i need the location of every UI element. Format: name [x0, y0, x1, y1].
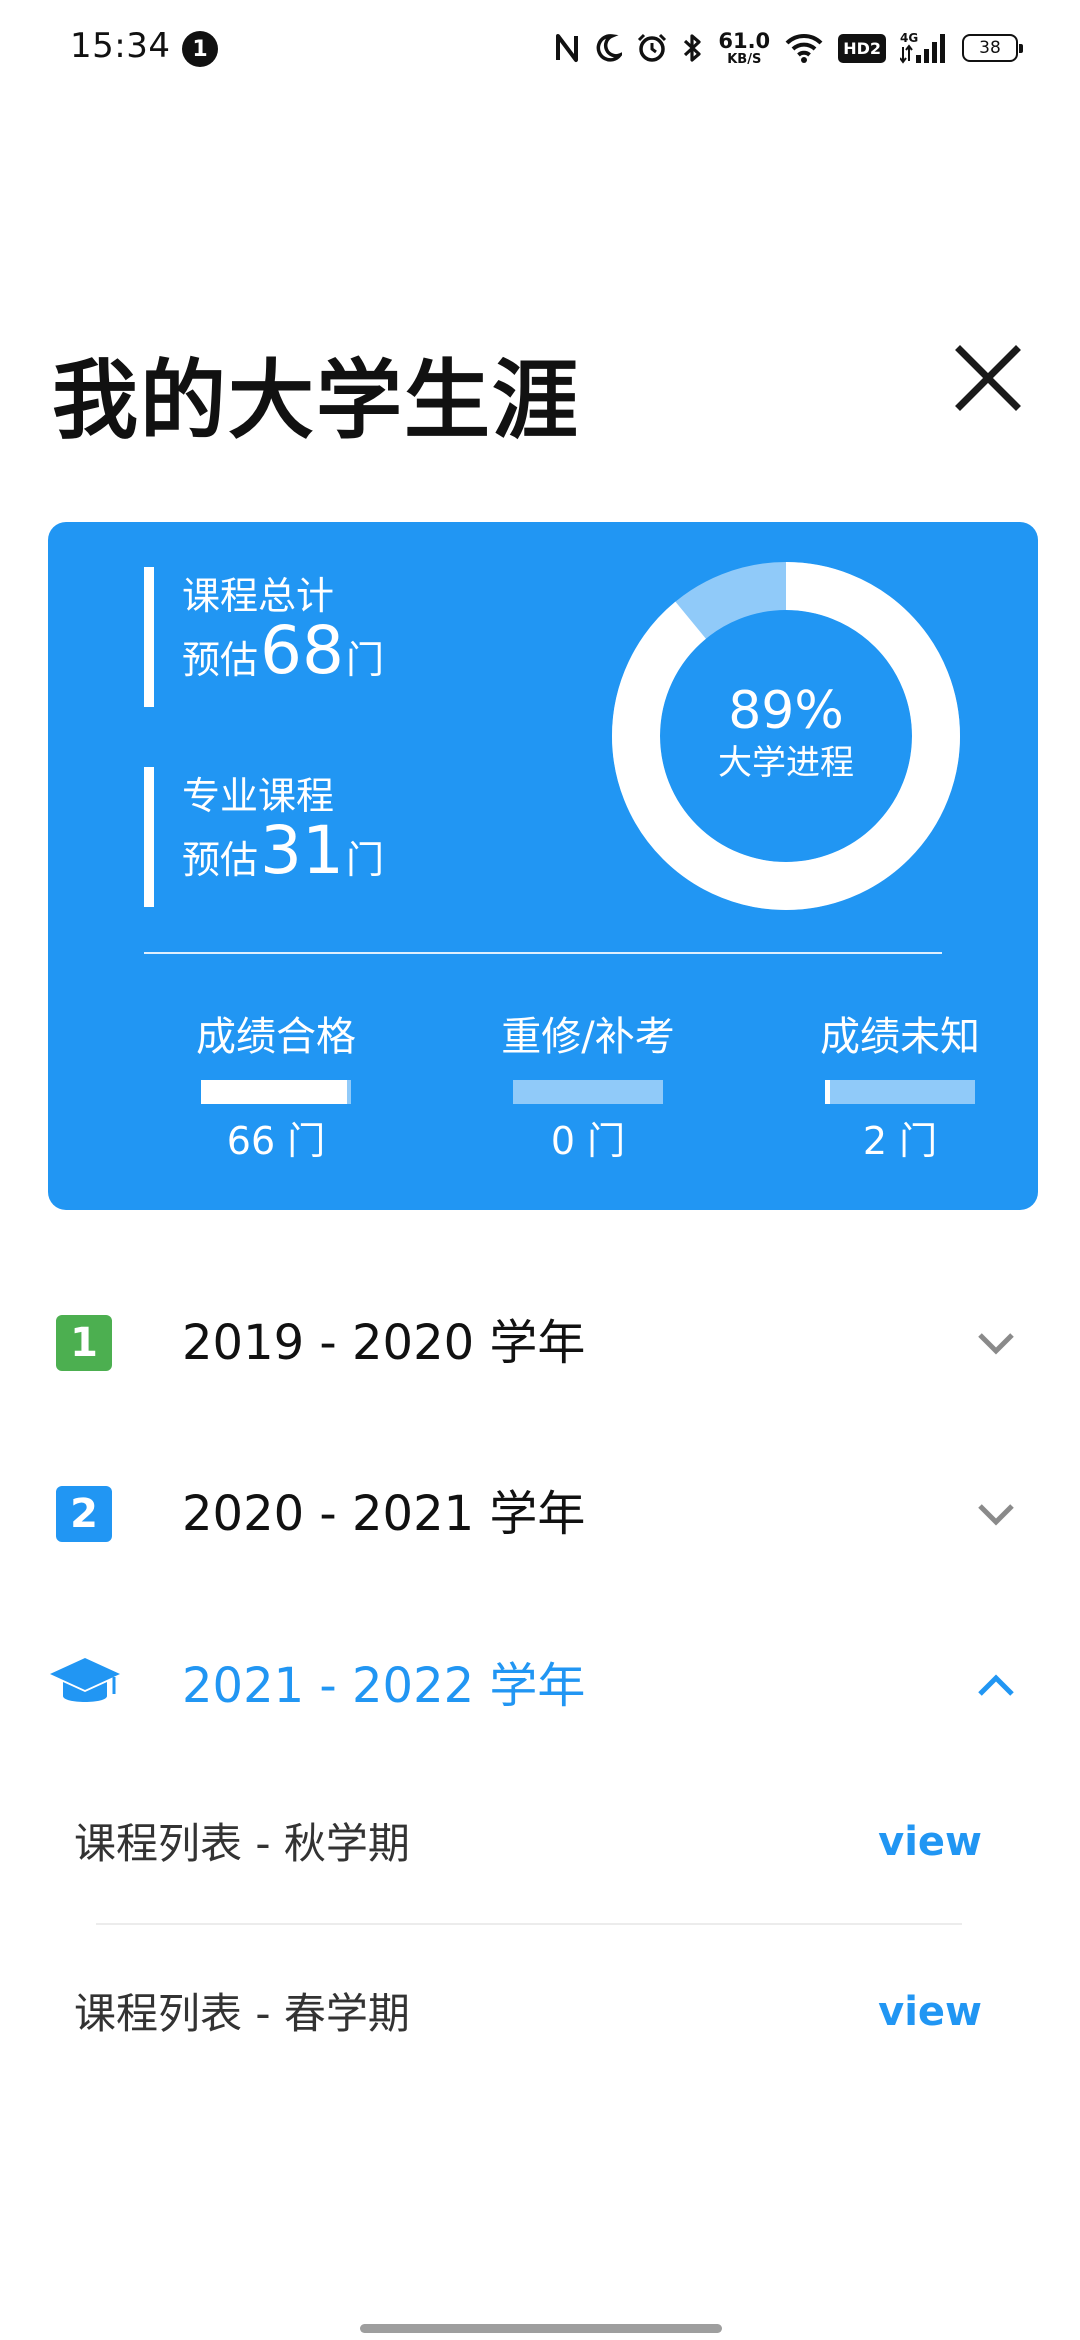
grade-bar-fill [201, 1080, 347, 1104]
grade-bar [513, 1080, 663, 1104]
year-label: 2021 - 2022 学年 [182, 1658, 586, 1714]
net-speed-unit: KB/S [727, 51, 762, 67]
wifi-icon [784, 24, 824, 72]
major-courses-count: 31 [260, 812, 344, 889]
card-divider [144, 952, 942, 954]
semester-label: 课程列表 - 春学期 [74, 1989, 410, 2038]
chevron-up-icon[interactable] [970, 1664, 1022, 1708]
semester-item-autumn[interactable]: 课程列表 - 秋学期 view [0, 1793, 1080, 1893]
total-courses-count: 68 [260, 612, 344, 689]
number-two-icon: 2 [56, 1486, 112, 1542]
grade-stat-unknown: 成绩未知 2 门 [800, 1012, 1000, 1166]
grade-label: 成绩未知 [820, 1014, 980, 1060]
major-courses-stat: 专业课程 预估 31 门 [144, 767, 444, 907]
progress-caption: 大学进程 [718, 743, 854, 783]
grade-stat-passed: 成绩合格 66 门 [176, 1012, 376, 1166]
grade-label: 重修/补考 [501, 1014, 675, 1060]
status-time: 15:34 [70, 26, 171, 66]
close-icon [955, 345, 1021, 411]
network-type-label: 4G [900, 31, 918, 45]
page-title: 我的大学生涯 [52, 351, 580, 451]
year-row-2020-2021[interactable]: 2 2020 - 2021 学年 [0, 1458, 1080, 1568]
close-button[interactable] [950, 340, 1026, 416]
status-icons: 61.0 KB/S HD2 4G 38 [554, 24, 1023, 72]
home-indicator[interactable] [360, 2324, 722, 2333]
app-screen: 15:34 1 61.0 KB/S HD2 4G 38 我的大学生涯 课程总计 … [0, 0, 1080, 2340]
total-courses-unit: 门 [346, 638, 385, 682]
grade-count: 0 门 [550, 1119, 626, 1163]
graduation-cap-icon [50, 1658, 120, 1702]
hd-badge: HD2 [838, 33, 886, 63]
progress-percent: 89% [728, 681, 844, 741]
battery-indicator: 38 [962, 34, 1023, 62]
progress-donut-center: 89% 大学进程 [610, 560, 962, 912]
grade-bar-fill [825, 1080, 830, 1104]
semester-item-spring[interactable]: 课程列表 - 春学期 view [0, 1963, 1080, 2063]
year-label: 2019 - 2020 学年 [182, 1315, 586, 1371]
chevron-down-icon[interactable] [970, 1492, 1022, 1536]
progress-donut: 89% 大学进程 [610, 560, 962, 912]
bluetooth-icon [682, 24, 704, 72]
battery-level: 38 [979, 38, 1001, 58]
view-link[interactable]: view [878, 1815, 982, 1869]
total-courses-stat: 课程总计 预估 68 门 [144, 567, 444, 707]
view-link[interactable]: view [878, 1985, 982, 2039]
battery-icon: 38 [962, 24, 1023, 72]
summary-card: 课程总计 预估 68 门 专业课程 预估 31 门 89% 大学进程 成绩合格 … [48, 522, 1038, 1210]
net-speed-indicator: 61.0 KB/S [718, 24, 770, 72]
alarm-icon [636, 24, 668, 72]
grade-bar [825, 1080, 975, 1104]
grade-count: 66 门 [226, 1119, 326, 1163]
notification-badge: 1 [182, 31, 218, 67]
moon-icon [594, 24, 623, 72]
year-row-2019-2020[interactable]: 1 2019 - 2020 学年 [0, 1287, 1080, 1397]
major-courses-value: 预估 31 门 [182, 812, 444, 892]
total-courses-prefix: 预估 [182, 638, 259, 682]
major-courses-prefix: 预估 [182, 838, 259, 882]
status-bar: 15:34 1 61.0 KB/S HD2 4G 38 [0, 0, 1080, 96]
chevron-down-icon[interactable] [970, 1321, 1022, 1365]
grade-count: 2 门 [862, 1119, 938, 1163]
net-speed-value: 61.0 [718, 28, 771, 53]
semester-label: 课程列表 - 秋学期 [74, 1819, 410, 1868]
grade-stat-retake: 重修/补考 0 门 [488, 1012, 688, 1166]
total-courses-value: 预估 68 门 [182, 612, 444, 692]
major-courses-unit: 门 [346, 838, 385, 882]
year-row-2021-2022[interactable]: 2021 - 2022 学年 [0, 1630, 1080, 1740]
grade-label: 成绩合格 [196, 1014, 356, 1060]
signal-icon: 4G [900, 24, 948, 72]
nfc-icon [554, 24, 580, 72]
semester-divider [96, 1923, 962, 1925]
number-one-icon: 1 [56, 1315, 112, 1371]
grade-bar [201, 1080, 351, 1104]
hd-voice-icon: HD2 [838, 24, 886, 72]
year-label: 2020 - 2021 学年 [182, 1486, 586, 1542]
